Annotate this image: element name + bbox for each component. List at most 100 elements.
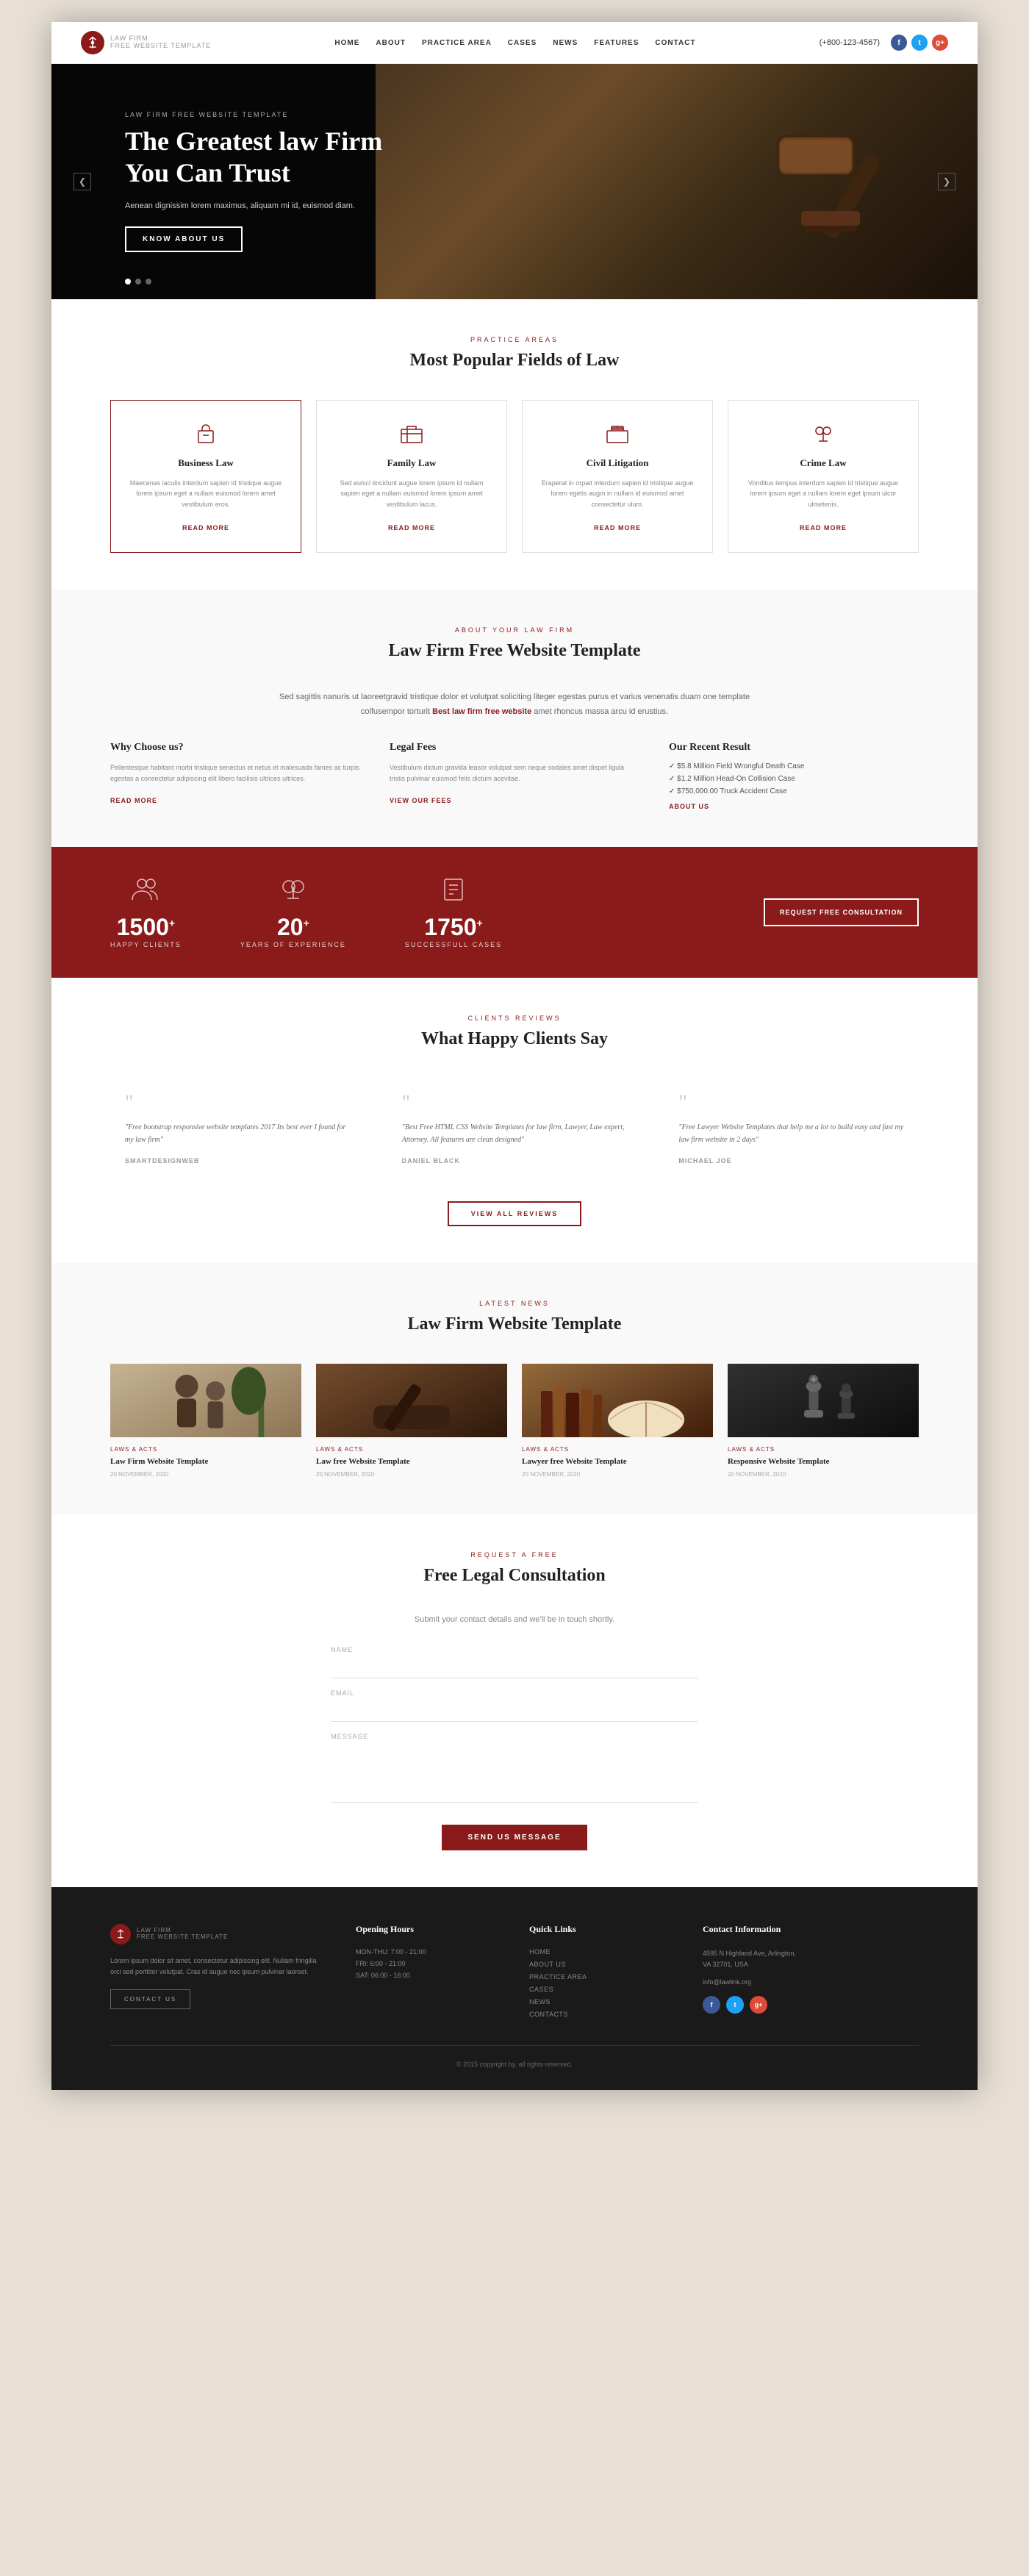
twitter-icon[interactable]: t <box>911 35 928 51</box>
practice-areas-section: PRACTICE AREAS Most Popular Fields of La… <box>51 299 978 590</box>
nav-about[interactable]: ABOUT <box>376 39 406 47</box>
consultation-label: REQUEST A FREE <box>110 1551 919 1559</box>
news-card-2: LAWS & ACTS Law free Website Template 20… <box>316 1364 507 1478</box>
testimonial-1: " "Free bootstrap responsive website tem… <box>110 1078 365 1179</box>
footer-twitter-icon[interactable]: t <box>726 1996 744 2014</box>
nav-features[interactable]: FEATURES <box>594 39 639 47</box>
footer-about-text: Lorem ipsum dolor sit amet, consectetur … <box>110 1956 326 1978</box>
news-card-4: LAWS & ACTS Responsive Website Template … <box>728 1364 919 1478</box>
business-law-link[interactable]: READ MORE <box>182 524 229 532</box>
family-law-desc: Sed euisci tincidunt augue lorem ipsum i… <box>331 478 492 509</box>
hero-dot-3[interactable] <box>146 279 151 285</box>
consultation-form: NAME EMAIL MESSAGE SEND US MESSAGE <box>331 1646 698 1850</box>
googleplus-icon[interactable]: g+ <box>932 35 948 51</box>
footer-contact-col: Contact Information 4595 N Highland Ave,… <box>703 1924 919 2023</box>
practice-card-civil: Civil Litigation Eraperat in orpait inte… <box>522 400 713 553</box>
email-input[interactable] <box>331 1700 698 1722</box>
hero-next-arrow[interactable]: ❯ <box>938 173 956 190</box>
experience-icon <box>240 876 346 908</box>
footer-link-home[interactable]: HOME <box>529 1948 673 1956</box>
testimonial-author-3: MICHAEL JOE <box>678 1157 904 1164</box>
clients-icon <box>110 876 182 908</box>
logo-icon <box>81 31 104 54</box>
practice-card-family: Family Law Sed euisci tincidunt augue lo… <box>316 400 507 553</box>
crime-law-name: Crime Law <box>743 457 903 469</box>
consultation-section: REQUEST A FREE Free Legal Consultation S… <box>51 1514 978 1887</box>
footer-link-about[interactable]: ABOUT US <box>529 1961 673 1968</box>
about-col-results: Our Recent Result $5.8 Million Field Wro… <box>669 742 919 810</box>
facebook-icon[interactable]: f <box>891 35 907 51</box>
crime-law-link[interactable]: READ MORE <box>800 524 847 532</box>
news-img-4 <box>728 1364 919 1437</box>
about-title: Law Firm Free Website Template <box>110 641 919 661</box>
name-input[interactable] <box>331 1657 698 1678</box>
nav-news[interactable]: NEWS <box>553 39 578 47</box>
footer-links-col: Quick Links HOME ABOUT US PRACTICE AREA … <box>529 1924 673 2023</box>
news-category-2: LAWS & ACTS <box>316 1446 507 1453</box>
logo-text: LAW FIRM FREE WEBSITE TEMPLATE <box>110 35 211 50</box>
footer-link-cases[interactable]: CASES <box>529 1986 673 1993</box>
view-all-reviews-button[interactable]: VIEW ALL REVIEWS <box>448 1201 582 1226</box>
testimonial-text-3: "Free Lawyer Website Templates that help… <box>678 1121 904 1146</box>
site-header: LAW FIRM FREE WEBSITE TEMPLATE HOME ABOU… <box>51 22 978 64</box>
footer-contact-us-button[interactable]: CONTACT US <box>110 1989 190 2009</box>
logo[interactable]: LAW FIRM FREE WEBSITE TEMPLATE <box>81 31 211 54</box>
hero-dot-1[interactable] <box>125 279 131 285</box>
footer-googleplus-icon[interactable]: g+ <box>750 1996 767 2014</box>
hero-prev-arrow[interactable]: ❮ <box>74 173 91 190</box>
clients-label: HAPPY CLIENTS <box>110 941 182 948</box>
footer-link-practice[interactable]: PRACTICE AREA <box>529 1973 673 1981</box>
footer-hours-2: FRI: 6:00 - 21:00 <box>356 1960 500 1967</box>
news-grid: LAWS & ACTS Law Firm Website Template 20… <box>110 1364 919 1478</box>
footer-logo: LAW FIRM FREE WEBSITE TEMPLATE <box>110 1924 326 1944</box>
nav-practice[interactable]: PRACTICE AREA <box>422 39 492 47</box>
quote-mark-2: " <box>402 1093 628 1114</box>
stat-experience: 20+ YEARS OF EXPERIENCE <box>240 876 346 948</box>
about-section: ABOUT YOUR LAW FIRM Law Firm Free Websit… <box>51 590 978 847</box>
testimonial-2: " "Best Free HTML CSS Website Templates … <box>387 1078 642 1179</box>
news-title-1[interactable]: Law Firm Website Template <box>110 1456 301 1467</box>
news-title-4[interactable]: Responsive Website Template <box>728 1456 919 1467</box>
results-link[interactable]: ABOUT US <box>669 803 919 810</box>
know-about-us-button[interactable]: KNOW ABOUT US <box>125 226 243 252</box>
submit-button[interactable]: SEND US MESSAGE <box>442 1825 587 1850</box>
about-col-fees: Legal Fees Vestibulum dictum gravida lea… <box>390 742 639 810</box>
news-title: Law Firm Website Template <box>110 1314 919 1334</box>
message-input[interactable] <box>331 1744 698 1803</box>
why-choose-link[interactable]: READ MORE <box>110 797 157 804</box>
family-law-link[interactable]: READ MORE <box>388 524 435 532</box>
header-right: (+800-123-4567) f t g+ <box>820 35 948 51</box>
quote-mark-1: " <box>125 1093 351 1114</box>
nav-cases[interactable]: CASES <box>508 39 537 47</box>
news-date-3: 20 NOVEMBER, 2020 <box>522 1471 713 1478</box>
civil-law-link[interactable]: READ MORE <box>594 524 641 532</box>
testimonials-title: What Happy Clients Say <box>110 1029 919 1049</box>
hero-dots <box>125 279 151 285</box>
news-title-2[interactable]: Law free Website Template <box>316 1456 507 1467</box>
footer-facebook-icon[interactable]: f <box>703 1996 720 2014</box>
hero-dot-2[interactable] <box>135 279 141 285</box>
nav-home[interactable]: HOME <box>334 39 359 47</box>
news-title-3[interactable]: Lawyer free Website Template <box>522 1456 713 1467</box>
name-field-group: NAME <box>331 1646 698 1678</box>
quote-mark-3: " <box>678 1093 904 1114</box>
about-grid: Why Choose us? Pellentesque habitant mor… <box>110 742 919 810</box>
request-consultation-button[interactable]: REQUEST FREE CONSULTATION <box>764 898 919 926</box>
news-card-1: LAWS & ACTS Law Firm Website Template 20… <box>110 1364 301 1478</box>
civil-law-icon <box>537 419 698 448</box>
footer-logo-text: LAW FIRM FREE WEBSITE TEMPLATE <box>137 1928 228 1941</box>
about-label: ABOUT YOUR LAW FIRM <box>110 626 919 634</box>
legal-fees-link[interactable]: VIEW OUR FEES <box>390 797 452 804</box>
email-label: EMAIL <box>331 1689 698 1697</box>
testimonials-label: CLIENTS REVIEWS <box>110 1015 919 1022</box>
consultation-title: Free Legal Consultation <box>110 1566 919 1586</box>
nav-contact[interactable]: CONTACT <box>655 39 695 47</box>
news-category-3: LAWS & ACTS <box>522 1446 713 1453</box>
result-3: $750,000.00 Truck Accident Case <box>669 787 919 795</box>
crime-law-desc: Vonditus tempus interdum sapien id trist… <box>743 478 903 509</box>
footer-about-col: LAW FIRM FREE WEBSITE TEMPLATE Lorem ips… <box>110 1924 326 2023</box>
footer-contact-title: Contact Information <box>703 1924 919 1935</box>
footer-link-news[interactable]: NEWS <box>529 1998 673 2006</box>
footer-link-contacts[interactable]: CONTACTS <box>529 2011 673 2018</box>
testimonials-section: CLIENTS REVIEWS What Happy Clients Say "… <box>51 978 978 1263</box>
